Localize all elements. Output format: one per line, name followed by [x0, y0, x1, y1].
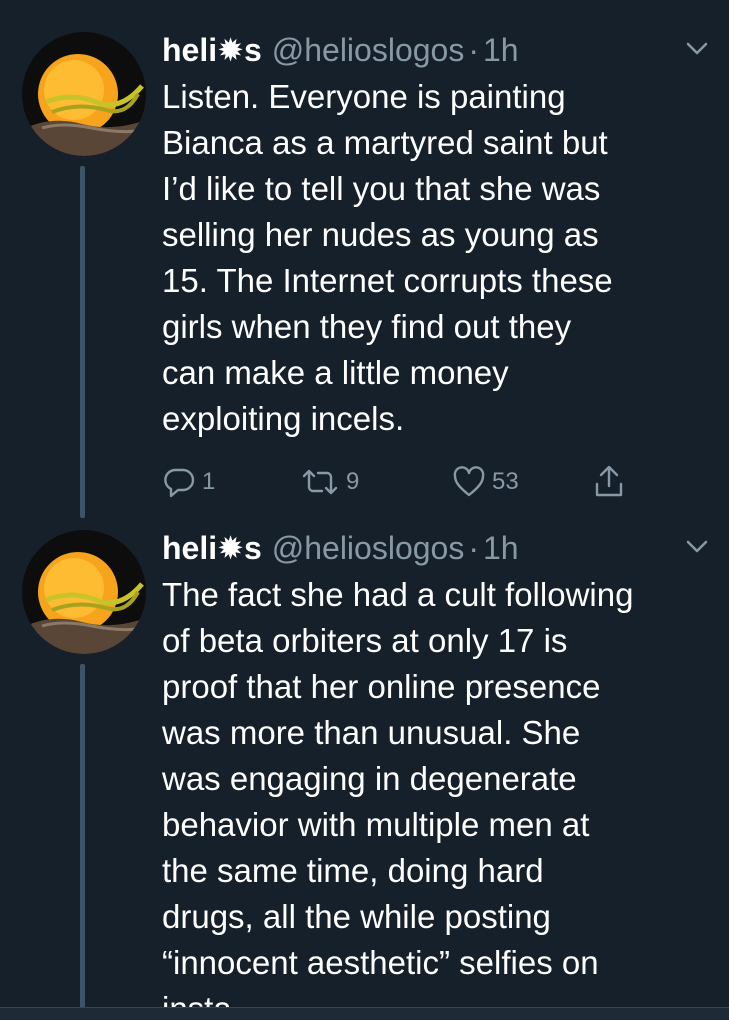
display-name[interactable]: heli✹s — [162, 528, 262, 568]
chevron-down-icon[interactable] — [683, 38, 711, 58]
tweet-text: Listen. Everyone is painting Bianca as a… — [162, 78, 613, 437]
thread-line — [80, 166, 85, 518]
retweet-count: 9 — [346, 468, 360, 495]
timestamp[interactable]: 1h — [483, 30, 519, 70]
avatar[interactable] — [22, 32, 146, 156]
reply-count: 1 — [202, 468, 216, 495]
reply-button[interactable]: 1 — [162, 465, 215, 499]
retweet-icon — [302, 469, 338, 495]
like-count: 53 — [492, 468, 519, 495]
tweet-header: heli✹s @helioslogos · 1h — [162, 30, 519, 70]
tweet[interactable]: heli✹s @helioslogos · 1h The fact she ha… — [0, 528, 729, 1020]
chevron-down-icon[interactable] — [683, 536, 711, 556]
reply-icon — [164, 468, 195, 498]
avatar-image — [22, 32, 146, 156]
avatar-image — [22, 530, 146, 654]
separator-dot: · — [468, 530, 479, 566]
avatar[interactable] — [22, 530, 146, 654]
tweet-actions: 1 9 53 — [162, 464, 722, 500]
display-name[interactable]: heli✹s — [162, 30, 262, 70]
thread-line — [80, 664, 85, 1020]
separator-dot: · — [468, 32, 479, 68]
like-icon — [453, 466, 485, 497]
tweet-header: heli✹s @helioslogos · 1h — [162, 528, 519, 568]
timestamp[interactable]: 1h — [483, 528, 519, 568]
timeline: heli✹s @helioslogos · 1h Listen. Everyon… — [0, 0, 729, 1020]
bottom-bar — [0, 1007, 729, 1020]
retweet-button[interactable]: 9 — [300, 465, 359, 499]
user-handle[interactable]: @helioslogos — [272, 528, 465, 568]
like-button[interactable]: 53 — [452, 466, 519, 498]
tweet-text: The fact she had a cult following of bet… — [162, 576, 634, 1020]
share-icon — [595, 465, 623, 497]
tweet[interactable]: heli✹s @helioslogos · 1h Listen. Everyon… — [0, 30, 729, 518]
share-button[interactable] — [592, 464, 626, 500]
user-handle[interactable]: @helioslogos — [272, 30, 465, 70]
